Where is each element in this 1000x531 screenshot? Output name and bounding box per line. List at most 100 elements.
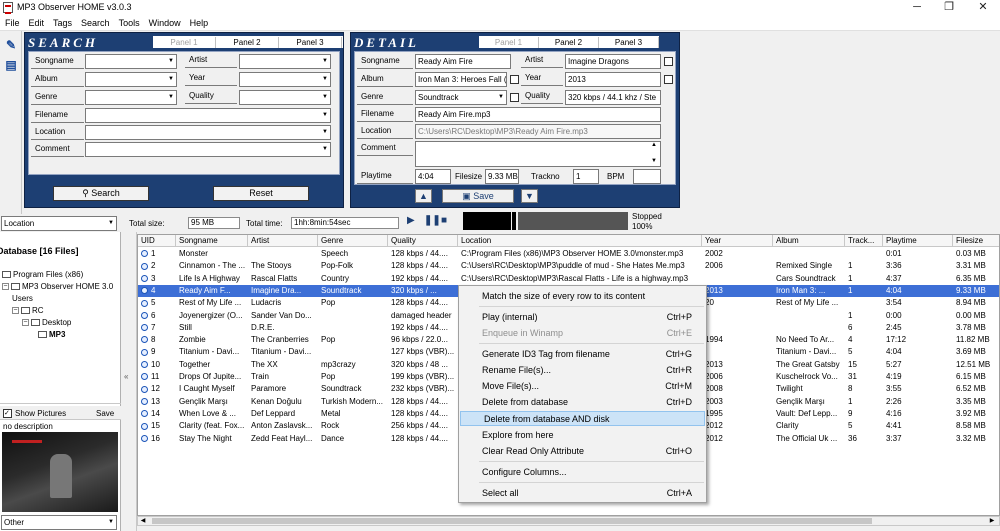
tree-item-users[interactable]: Users xyxy=(12,294,33,303)
collapse-icon[interactable]: – xyxy=(22,319,29,327)
table-row[interactable]: 1 Monster Speech 128 kbps / 44.... C:\Progra… xyxy=(138,248,999,260)
detail-tab-panel1[interactable]: Panel 1 xyxy=(479,37,539,48)
tree-root[interactable]: Database [16 Files] xyxy=(0,246,79,256)
genre-lock-checkbox[interactable] xyxy=(510,93,519,102)
context-menu-item-generate-id3-tag-from-filename[interactable]: Generate ID3 Tag from filename Ctrl+G xyxy=(459,347,706,362)
menu-tools[interactable]: Tools xyxy=(114,16,144,28)
context-menu-item-clear-read-only-attribute[interactable]: Clear Read Only Attribute Ctrl+O xyxy=(459,444,706,459)
collapse-icon[interactable]: – xyxy=(12,307,19,315)
search-tab-panel3[interactable]: Panel 3 xyxy=(279,37,342,48)
splitter[interactable]: « xyxy=(121,232,137,531)
chevron-down-icon[interactable]: ▼ xyxy=(320,126,330,139)
menu-search[interactable]: Search xyxy=(76,16,114,28)
picture-type-select[interactable]: Other ▼ xyxy=(1,515,117,530)
column-header-filesize[interactable]: Filesize xyxy=(953,235,999,247)
detail-genre-field[interactable]: Soundtrack ▼ xyxy=(415,90,507,105)
column-header-playtime[interactable]: Playtime xyxy=(883,235,953,247)
search-album-input[interactable]: ▼ xyxy=(85,72,177,87)
detail-year-field[interactable]: 2013 xyxy=(565,72,661,87)
reset-button[interactable]: Reset xyxy=(213,186,309,201)
context-menu-item-rename-file-s[interactable]: Rename File(s)... Ctrl+R xyxy=(459,363,706,378)
artist-lock-checkbox[interactable] xyxy=(664,57,673,66)
menu-file[interactable]: File xyxy=(0,16,24,28)
table-row[interactable]: 2 Cinnamon - The ... The Stooys Pop-Folk 128… xyxy=(138,260,999,272)
detail-trackno-field[interactable]: 1 xyxy=(573,169,599,184)
chevron-down-icon[interactable]: ▼ xyxy=(106,516,116,529)
detail-tab-panel2[interactable]: Panel 2 xyxy=(539,37,599,48)
search-songname-input[interactable]: ▼ xyxy=(85,54,177,69)
minimize-button[interactable]: ─ xyxy=(902,0,932,16)
show-pictures-checkbox[interactable]: ✓ xyxy=(3,409,12,418)
search-genre-input[interactable]: ▼ xyxy=(85,90,177,105)
chevron-down-icon[interactable]: ▼ xyxy=(106,217,116,230)
chevron-down-icon[interactable]: ▼ xyxy=(320,143,330,156)
menu-tags[interactable]: Tags xyxy=(48,16,76,28)
context-menu-item-move-file-s[interactable]: Move File(s)... Ctrl+M xyxy=(459,379,706,394)
context-menu-item-play-internal[interactable]: Play (internal) Ctrl+P xyxy=(459,310,706,325)
search-button[interactable]: ⚲ Search xyxy=(53,186,149,201)
detail-tool-icon[interactable]: ▤ xyxy=(3,57,19,73)
chevron-down-icon[interactable]: ▼ xyxy=(320,91,330,104)
search-location-input[interactable]: ▼ xyxy=(85,125,331,140)
scroll-up-icon[interactable]: ▲ xyxy=(651,142,657,148)
context-menu-item-configure-columns[interactable]: Configure Columns... xyxy=(459,465,706,480)
chevron-down-icon[interactable]: ▼ xyxy=(496,91,506,104)
previous-file-button[interactable]: ▲ xyxy=(415,189,432,203)
column-header-artist[interactable]: Artist xyxy=(248,235,318,247)
horizontal-scrollbar[interactable]: ◀ ▶ xyxy=(137,516,1000,526)
tree-item-rc[interactable]: – RC xyxy=(12,306,44,315)
pause-icon[interactable]: ❚❚ xyxy=(424,215,441,228)
tree-item-program-files[interactable]: Program Files (x86) xyxy=(2,270,83,279)
context-menu-item-explore-from-here[interactable]: Explore from here xyxy=(459,428,706,443)
search-year-input[interactable]: ▼ xyxy=(239,72,331,87)
context-menu-item-delete-from-database-and-disk[interactable]: Delete from database AND disk xyxy=(460,411,705,426)
search-tab-panel2[interactable]: Panel 2 xyxy=(216,37,279,48)
splitter-arrow-icon[interactable]: « xyxy=(124,372,128,381)
menu-help[interactable]: Help xyxy=(185,16,213,28)
tag-tool-icon[interactable]: ✎ xyxy=(3,37,19,53)
detail-songname-field[interactable]: Ready Aim Fire xyxy=(415,54,511,69)
detail-bpm-field[interactable] xyxy=(633,169,661,184)
chevron-down-icon[interactable]: ▼ xyxy=(320,73,330,86)
detail-album-field[interactable]: Iron Man 3: Heroes Fall (M xyxy=(415,72,507,87)
search-tab-panel1[interactable]: Panel 1 xyxy=(153,37,216,48)
detail-artist-field[interactable]: Imagine Dragons xyxy=(565,54,661,69)
menu-edit[interactable]: Edit xyxy=(24,16,49,28)
save-button[interactable]: ▣ Save xyxy=(442,189,514,203)
next-file-button[interactable]: ▼ xyxy=(521,189,538,203)
search-quality-input[interactable]: ▼ xyxy=(239,90,331,105)
context-menu-item-select-all[interactable]: Select all Ctrl+A xyxy=(459,486,706,501)
scrollbar-thumb[interactable] xyxy=(152,518,872,524)
close-button[interactable]: ✕ xyxy=(968,0,998,16)
column-header-quality[interactable]: Quality xyxy=(388,235,458,247)
chevron-down-icon[interactable]: ▼ xyxy=(166,55,176,68)
context-menu-item-match-the-size-of-every-row-to-its-content[interactable]: Match the size of every row to its conte… xyxy=(459,289,706,304)
detail-filename-field[interactable]: Ready Aim Fire.mp3 xyxy=(415,107,661,122)
column-header-year[interactable]: Year xyxy=(702,235,773,247)
tree-item-desktop[interactable]: – Desktop xyxy=(22,318,71,327)
album-lock-checkbox[interactable] xyxy=(510,75,519,84)
menu-window[interactable]: Window xyxy=(144,16,185,28)
column-header-location[interactable]: Location xyxy=(458,235,702,247)
chevron-down-icon[interactable]: ▼ xyxy=(320,109,330,122)
chevron-down-icon[interactable]: ▼ xyxy=(166,91,176,104)
column-header-album[interactable]: Album xyxy=(773,235,845,247)
column-header-genre[interactable]: Genre xyxy=(318,235,388,247)
chevron-down-icon[interactable]: ▼ xyxy=(320,55,330,68)
context-menu-item-enqueue-in-winamp[interactable]: Enqueue in Winamp Ctrl+E xyxy=(459,326,706,341)
scroll-down-icon[interactable]: ▼ xyxy=(651,158,657,164)
detail-comment-field[interactable] xyxy=(415,141,661,167)
column-header-uid[interactable]: UID xyxy=(138,235,176,247)
search-artist-input[interactable]: ▼ xyxy=(239,54,331,69)
maximize-button[interactable]: ❐ xyxy=(934,0,964,16)
tree-item-mp3[interactable]: MP3 xyxy=(38,330,65,339)
search-comment-input[interactable]: ▼ xyxy=(85,142,331,157)
detail-tab-panel3[interactable]: Panel 3 xyxy=(599,37,659,48)
context-menu-item-delete-from-database[interactable]: Delete from database Ctrl+D xyxy=(459,395,706,410)
search-filename-input[interactable]: ▼ xyxy=(85,108,331,123)
play-icon[interactable]: ▶ xyxy=(407,215,419,228)
collapse-icon[interactable]: – xyxy=(2,283,9,291)
position-slider-handle[interactable] xyxy=(512,212,516,230)
stop-icon[interactable]: ■ xyxy=(441,215,453,228)
table-row[interactable]: 3 Life Is A Highway Rascal Flatts Country 19… xyxy=(138,273,999,285)
